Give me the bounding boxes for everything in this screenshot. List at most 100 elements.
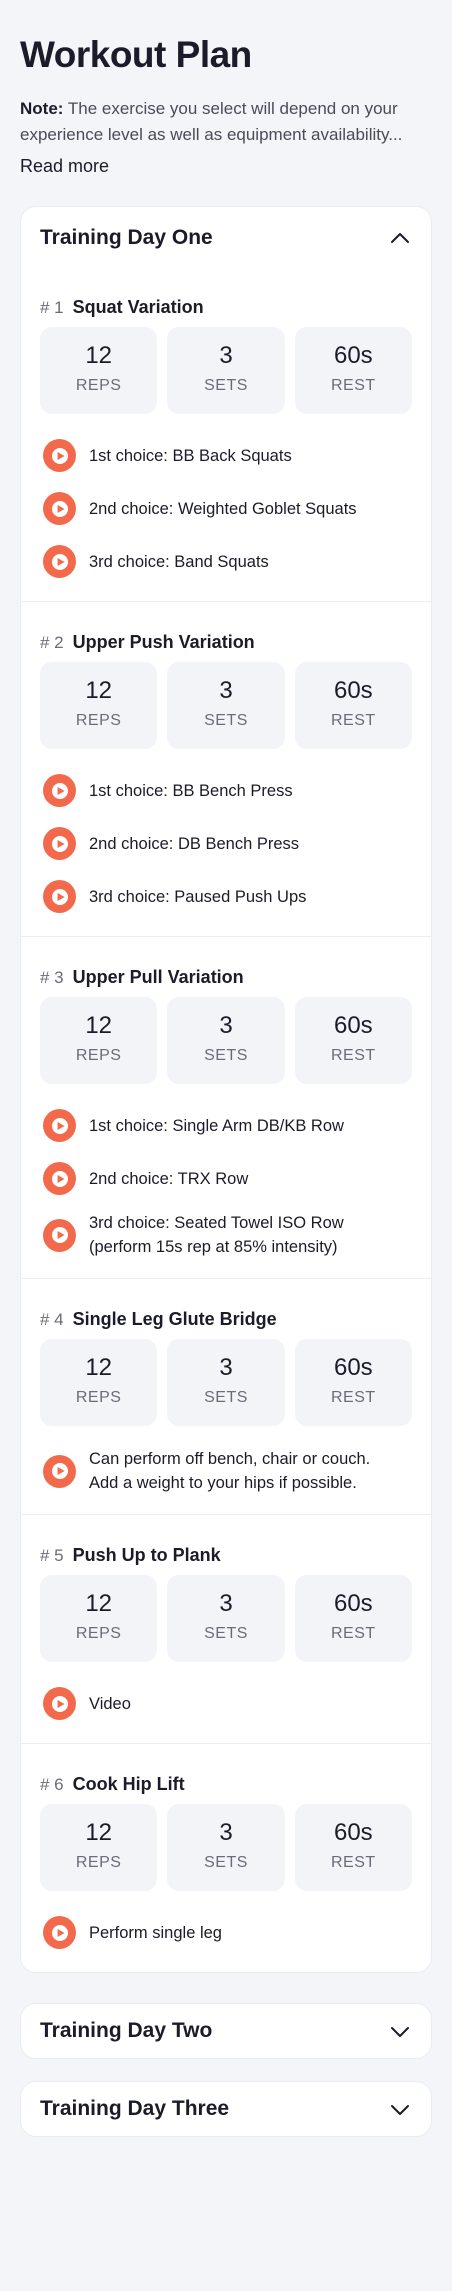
play-icon[interactable] [43,774,76,807]
play-triangle-icon [57,1174,65,1183]
page-title: Workout Plan [20,34,252,75]
chevron-down-icon[interactable] [388,2097,412,2121]
training-day-title: Training Day Two [40,2019,213,2042]
exercise-item: # 3 Upper Pull Variation 12 REPS 3 SETS 60s RES… [21,937,431,1279]
stat-rest: 60s REST [294,997,412,1084]
play-icon[interactable] [43,439,76,472]
exercise-stats: 12 REPS 3 SETS 60s REST [40,997,412,1084]
training-day-card: Training Day Three [20,2081,432,2137]
choice-label: 2nd choice: DB Bench Press [89,834,300,853]
play-icon[interactable] [43,545,76,578]
stat-value: 60s [333,1012,373,1039]
training-day-header[interactable]: Training Day Two [21,2004,431,2058]
exercise-number: # 2 [40,633,64,652]
exercise-number: # 5 [40,1546,64,1565]
exercise-name: Push Up to Plank [72,1545,221,1565]
note-text: Note: The exercise you select will depen… [20,96,432,148]
play-icon[interactable] [43,1687,76,1720]
stat-label: REPS [75,712,122,729]
play-triangle-icon [57,504,65,513]
exercise-choice[interactable]: 2nd choice: DB Bench Press [40,817,412,870]
stat-label: SETS [204,1389,248,1406]
choice-label: 2nd choice: Weighted Goblet Squats [89,499,357,518]
play-triangle-icon [57,451,65,460]
exercise-choice[interactable]: 3rd choice: Seated Towel ISO Row (perform… [40,1205,412,1265]
exercise-choice[interactable]: 1st choice: BB Back Squats [40,429,412,482]
stat-value: 3 [219,1819,233,1846]
play-triangle-icon [57,786,65,795]
play-triangle-icon [57,1467,65,1475]
exercise-number: # 6 [40,1775,64,1794]
exercise-choice[interactable]: 2nd choice: TRX Row [40,1152,412,1205]
exercise-choices: Perform single leg [40,1906,412,1972]
exercise-choice[interactable]: 2nd choice: Weighted Goblet Squats [40,482,412,535]
play-triangle-icon [57,1231,65,1239]
exercise-title-row: # 1 Squat Variation [40,267,412,327]
training-days-list: Training Day One # 1 Squat Variation 12 REPS… [20,206,432,2137]
play-triangle-icon [57,892,65,901]
stat-sets: 3 SETS [167,662,285,749]
exercise-choice[interactable]: Video [40,1677,412,1730]
choice-label: 2nd choice: TRX Row [89,1169,249,1188]
stat-value: 3 [219,1012,233,1039]
chevron-up-icon[interactable] [388,226,412,250]
stat-label: SETS [204,1625,248,1642]
play-icon[interactable] [43,492,76,525]
exercise-choice[interactable]: 1st choice: Single Arm DB/KB Row [40,1099,412,1152]
stat-reps: 12 REPS [40,1575,158,1662]
choice-label: 3rd choice: Seated Towel ISO Row (perform… [89,1214,344,1256]
exercise-choice[interactable]: 3rd choice: Paused Push Ups [40,870,412,923]
play-icon[interactable] [43,1109,76,1142]
stat-sets: 3 SETS [167,327,285,414]
stat-label: REST [330,1854,376,1871]
stat-reps: 12 REPS [40,662,158,749]
stat-value: 12 [85,1590,113,1617]
training-day-header[interactable]: Training Day Three [21,2082,431,2136]
exercise-title-row: # 6 Cook Hip Lift [40,1744,412,1804]
exercise-choices: Can perform off bench, chair or couch. Ad… [40,1441,412,1514]
play-icon[interactable] [43,827,76,860]
play-icon[interactable] [43,880,76,913]
stat-rest: 60s REST [294,327,412,414]
exercise-choice[interactable]: 1st choice: BB Bench Press [40,764,412,817]
stat-reps: 12 REPS [40,1804,158,1891]
read-more-link[interactable]: Read more [20,156,432,206]
exercise-title-row: # 2 Upper Push Variation [40,602,412,662]
stat-label: REST [330,377,376,394]
exercise-number: # 1 [40,298,64,317]
play-icon[interactable] [43,1218,76,1252]
choice-label: Can perform off bench, chair or couch. Ad… [89,1450,371,1492]
exercise-choice[interactable]: Can perform off bench, chair or couch. Ad… [40,1441,412,1501]
play-icon[interactable] [43,1162,76,1195]
training-day-title: Training Day One [40,226,213,249]
play-icon[interactable] [43,1916,76,1949]
stat-rest: 60s REST [294,1804,412,1891]
stat-value: 12 [85,1819,113,1846]
exercise-item: # 5 Push Up to Plank 12 REPS 3 SETS 60s REST Vid… [21,1515,431,1744]
exercise-name: Upper Push Variation [72,632,255,652]
exercise-choice[interactable]: 3rd choice: Band Squats [40,535,412,588]
exercise-item: # 6 Cook Hip Lift 12 REPS 3 SETS 60s REST Perfor… [21,1744,431,1972]
play-triangle-icon [57,839,65,848]
chevron-down-icon[interactable] [388,2019,412,2043]
stat-label: REST [330,712,376,729]
training-day-title: Training Day Three [40,2097,230,2120]
training-day-header[interactable]: Training Day One [21,209,431,267]
exercise-name: Upper Pull Variation [72,967,244,987]
exercise-name: Squat Variation [72,297,204,317]
exercise-item: # 2 Upper Push Variation 12 REPS 3 SETS 60s RES… [21,602,431,937]
play-icon[interactable] [43,1454,76,1488]
choice-label: 3rd choice: Band Squats [89,552,269,571]
exercise-item: # 4 Single Leg Glute Bridge 12 REPS 3 SETS 60s… [21,1279,431,1515]
stat-value: 12 [85,342,113,369]
stat-value: 3 [219,1354,233,1381]
stat-label: REPS [75,1389,122,1406]
exercise-title-row: # 5 Push Up to Plank [40,1515,412,1575]
stat-sets: 3 SETS [167,1804,285,1891]
exercise-stats: 12 REPS 3 SETS 60s REST [40,327,412,414]
stat-value: 12 [85,1012,113,1039]
exercise-choices: 1st choice: BB Back Squats 2nd choice: We… [40,429,412,601]
exercise-title-row: # 3 Upper Pull Variation [40,937,412,997]
stat-value: 60s [333,677,373,704]
exercise-choice[interactable]: Perform single leg [40,1906,412,1959]
